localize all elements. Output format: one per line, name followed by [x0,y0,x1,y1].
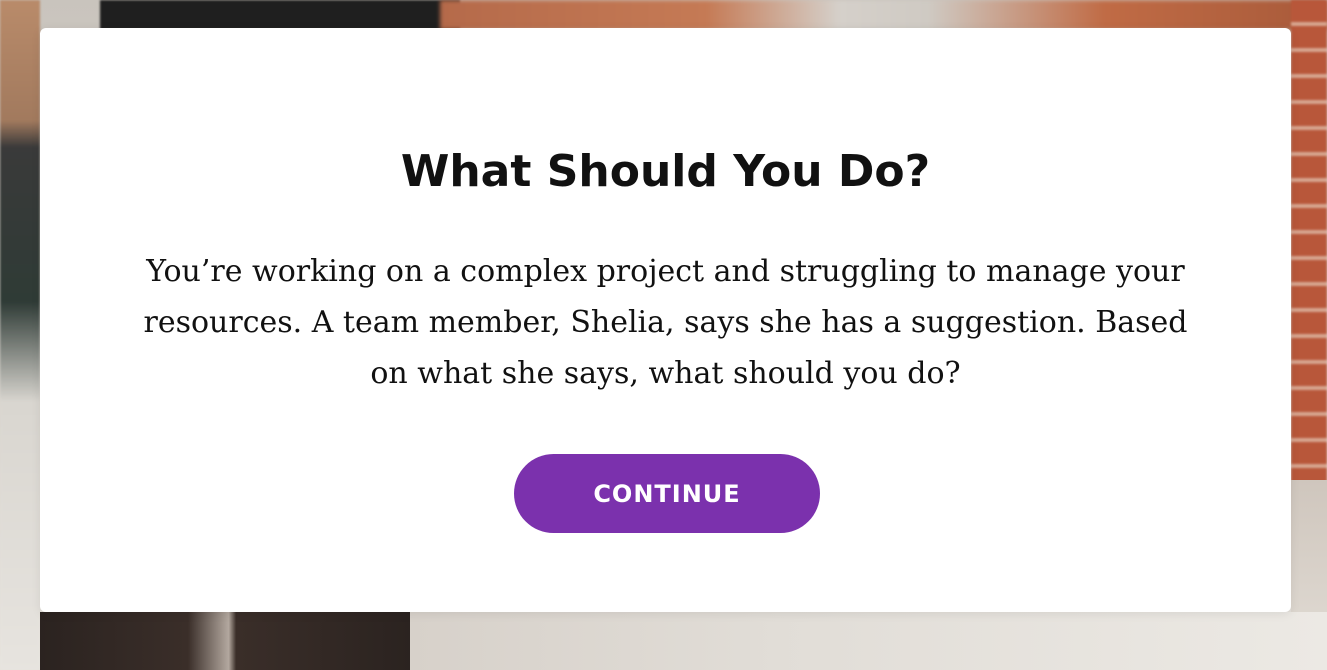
background-person-upper [100,0,460,30]
background-brick-wall-top [440,0,1327,30]
background-person-left [0,0,40,670]
continue-button[interactable]: CONTINUE [514,454,820,533]
dialog-modal: What Should You Do? You’re working on a … [40,28,1291,612]
background-person-legs [40,612,410,670]
background-floor [410,612,1327,670]
background-brick-wall-right [1291,0,1327,520]
dialog-title: What Should You Do? [400,146,931,197]
dialog-body-text: You’re working on a complex project and … [143,254,1188,391]
